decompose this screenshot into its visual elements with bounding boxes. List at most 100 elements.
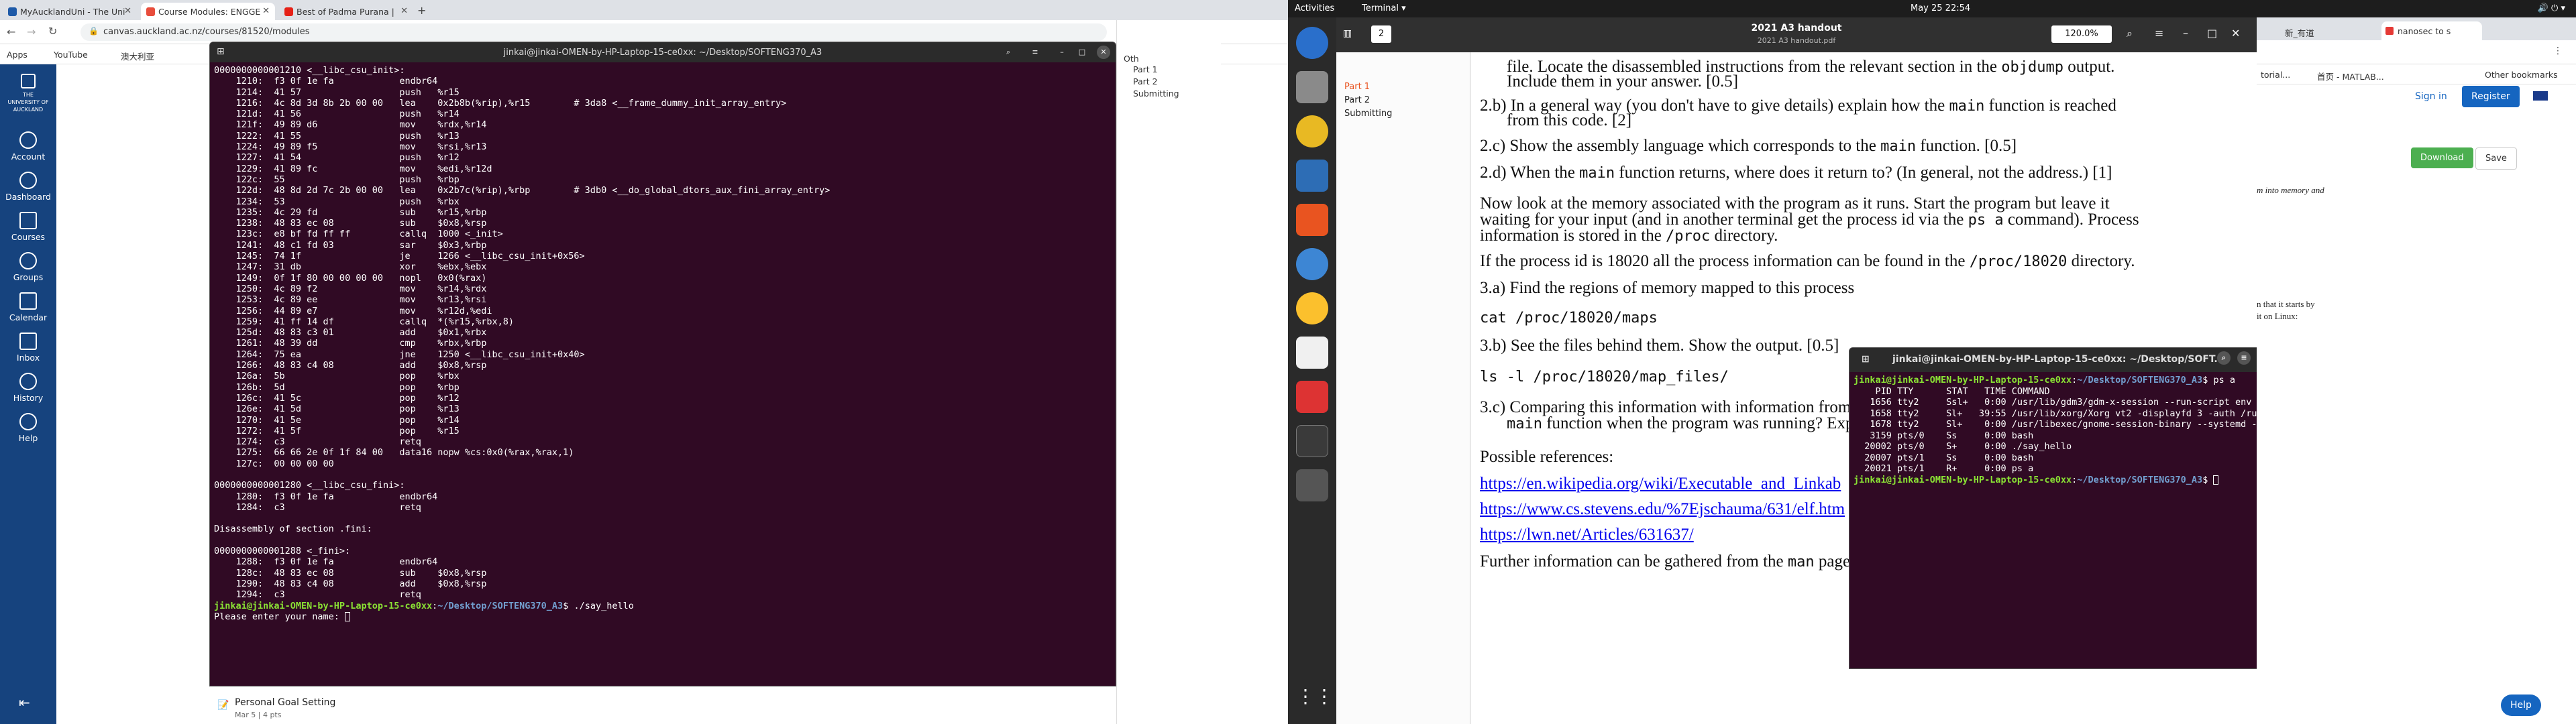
nav-dashboard[interactable]: Dashboard xyxy=(0,172,56,202)
download-button[interactable]: Download xyxy=(2411,147,2473,168)
back-icon[interactable]: ← xyxy=(7,25,15,38)
help-button[interactable]: Help xyxy=(2501,695,2541,716)
signin-link[interactable]: Sign in xyxy=(2415,91,2447,102)
writer-icon[interactable] xyxy=(1296,160,1328,192)
bookmark-other[interactable]: Oth xyxy=(1124,54,1139,64)
thunderbird-icon[interactable] xyxy=(1296,27,1328,59)
nav-groups[interactable]: Groups xyxy=(0,252,56,282)
close-icon[interactable]: ✕ xyxy=(124,6,131,16)
app-menu[interactable]: Terminal ▾ xyxy=(1362,3,1406,13)
chrome-icon[interactable] xyxy=(1296,292,1328,324)
reference-link[interactable]: https://en.wikipedia.org/wiki/Executable… xyxy=(1480,475,1841,493)
forward-icon[interactable]: → xyxy=(27,25,36,38)
search-icon[interactable]: ⌕ xyxy=(2217,351,2231,365)
nav-inbox[interactable]: Inbox xyxy=(0,333,56,363)
tab-myaucklanduni[interactable]: MyAucklandUni - The Uni ✕ xyxy=(3,3,137,20)
nav-courses[interactable]: Courses xyxy=(0,212,56,242)
close-icon[interactable]: ✕ xyxy=(262,6,270,16)
snippet-line: m into memory and xyxy=(2257,185,2324,195)
university-logo[interactable]: THE UNIVERSITY OF AUCKLAND xyxy=(7,74,50,114)
menu-icon[interactable]: ≡ xyxy=(2155,27,2163,40)
outline-part1[interactable]: Part 1 xyxy=(1344,82,1370,92)
side-item-submitting[interactable]: Submitting xyxy=(1133,88,1179,99)
bookmark-matlab[interactable]: 首页 - MATLAB... xyxy=(2317,70,2384,82)
outline-submitting[interactable]: Submitting xyxy=(1344,109,1392,119)
clock[interactable]: May 25 22:54 xyxy=(1911,3,1970,13)
terminal-line: 1238: 48 83 ec 08 sub $0x8,%rsp xyxy=(214,218,487,229)
viewer-headerbar[interactable]: ▥ 2 2021 A3 handout 2021 A3 handout.pdf … xyxy=(1336,17,2257,52)
maximize-icon[interactable]: □ xyxy=(1075,46,1089,59)
nav-help[interactable]: Help xyxy=(0,413,56,443)
bookmark-tutorial[interactable]: torial... xyxy=(2261,70,2290,80)
reload-icon[interactable]: ↻ xyxy=(48,25,57,38)
plain-text: function returns, where does it return t… xyxy=(1615,164,2112,182)
terminal-line: 1259: 41 ff 14 df callq *(%r15,%rbx,8) xyxy=(214,316,515,327)
side-item-part1[interactable]: Part 1 xyxy=(1133,64,1158,74)
link-text[interactable]: https://lwn.net/Articles/631637/ xyxy=(1480,526,1694,544)
new-tab-icon[interactable]: + xyxy=(417,4,426,17)
terminal-titlebar[interactable]: ⊞ jinkai@jinkai-OMEN-by-HP-Laptop-15-ce0… xyxy=(210,42,1116,62)
document-viewer-icon[interactable] xyxy=(1296,381,1328,413)
rhythmbox-icon[interactable] xyxy=(1296,115,1328,147)
system-tray[interactable]: 🔊 ⏻ ▾ xyxy=(2538,3,2565,13)
new-tab-icon[interactable]: ⊞ xyxy=(217,46,225,57)
maximize-icon[interactable]: □ xyxy=(2207,27,2217,40)
tab-label: Best of Padma Purana | xyxy=(297,7,394,17)
youtube-favicon-icon xyxy=(284,7,293,16)
tab-padma-purana[interactable]: Best of Padma Purana | ✕ xyxy=(279,3,413,20)
gnome-top-bar: Activities Terminal ▾ May 25 22:54 🔊 ⏻ ▾ xyxy=(1288,0,2576,17)
nav-calendar[interactable]: Calendar xyxy=(0,292,56,322)
plain-text: directory. xyxy=(2067,252,2135,270)
bookmark-other[interactable]: Other bookmarks xyxy=(2485,70,2558,80)
menu-icon[interactable]: ≡ xyxy=(1028,46,1042,59)
terminal-line: 1216: 4c 8d 3d 8b 2b 00 00 lea 0x2b8b(%r… xyxy=(214,97,787,109)
files-icon[interactable] xyxy=(1296,71,1328,103)
menu-icon[interactable]: ≡ xyxy=(2237,351,2251,365)
minimize-icon[interactable]: – xyxy=(1055,46,1069,59)
reference-link[interactable]: https://lwn.net/Articles/631637/ xyxy=(1480,526,1694,544)
url-field[interactable]: 🔒 canvas.auckland.ac.nz/courses/81520/mo… xyxy=(80,23,1107,41)
collapse-nav-icon[interactable]: ⇤ xyxy=(19,695,30,711)
prompt-user: jinkai@jinkai-OMEN-by-HP-Laptop-15-ce0xx xyxy=(1854,474,2072,485)
side-item-part2[interactable]: Part 2 xyxy=(1133,76,1158,86)
outline-part2[interactable]: Part 2 xyxy=(1344,95,1370,105)
terminal-line: 126c: 41 5c pop %r12 xyxy=(214,392,460,404)
plain-text: Further information can be gathered from… xyxy=(1480,552,1788,570)
zoom-select[interactable]: 120.0% xyxy=(2051,25,2112,43)
save-button[interactable]: Save xyxy=(2475,147,2517,170)
terminal-output[interactable]: 0000000000001210 <__libc_csu_init>: 1210… xyxy=(210,62,1116,625)
minimize-icon[interactable]: – xyxy=(2183,27,2188,40)
new-tab-icon[interactable]: ⊞ xyxy=(1862,354,1870,365)
nav-history[interactable]: History xyxy=(0,373,56,403)
tab-course-modules[interactable]: Course Modules: ENGGE ✕ xyxy=(141,3,275,20)
input-line[interactable]: Please enter your name: xyxy=(214,611,1112,622)
bookmark-youtube[interactable]: YouTube xyxy=(54,50,88,60)
search-icon[interactable]: ⌕ xyxy=(2127,27,2133,40)
module-item-goal[interactable]: 📝 Personal Goal Setting Mar 5 | 4 pts xyxy=(215,695,483,724)
nav-account[interactable]: Account xyxy=(0,131,56,162)
tab-nanosec[interactable]: nanosec to s xyxy=(2381,21,2482,40)
terminal-window-objdump[interactable]: ⊞ jinkai@jinkai-OMEN-by-HP-Laptop-15-ce0… xyxy=(209,42,1116,686)
typora-icon[interactable] xyxy=(1296,337,1328,369)
link-text[interactable]: https://www.cs.stevens.edu/%7Ejschauma/6… xyxy=(1480,500,1845,518)
close-icon[interactable]: ✕ xyxy=(1097,46,1110,59)
bookmark-apps[interactable]: Apps xyxy=(7,50,28,60)
bookmark-australia[interactable]: 澳大利亚 xyxy=(121,50,154,62)
activities-button[interactable]: Activities xyxy=(1295,3,1334,13)
usb-icon[interactable] xyxy=(1296,469,1328,501)
goal-title[interactable]: Personal Goal Setting xyxy=(235,697,335,708)
menu-icon[interactable]: ⋮ xyxy=(2553,46,2563,56)
search-icon[interactable]: ⌕ xyxy=(1002,46,1015,59)
link-text[interactable]: https://en.wikipedia.org/wiki/Executable… xyxy=(1480,475,1841,493)
close-icon[interactable]: ✕ xyxy=(400,6,408,16)
terminal-icon[interactable] xyxy=(1296,425,1328,457)
code-text: main xyxy=(1579,165,1615,182)
close-icon[interactable]: ✕ xyxy=(2231,27,2240,40)
show-apps-icon[interactable]: ⋮⋮ xyxy=(1296,685,1334,717)
reference-link[interactable]: https://www.cs.stevens.edu/%7Ejschauma/6… xyxy=(1480,500,1845,519)
software-icon[interactable] xyxy=(1296,204,1328,236)
help-icon[interactable] xyxy=(1296,248,1328,280)
register-button[interactable]: Register xyxy=(2462,86,2520,107)
tab-youdao[interactable]: 新_有道 xyxy=(2278,21,2379,40)
terminal-line: 1288: f3 0f 1e fa endbr64 xyxy=(214,556,443,568)
